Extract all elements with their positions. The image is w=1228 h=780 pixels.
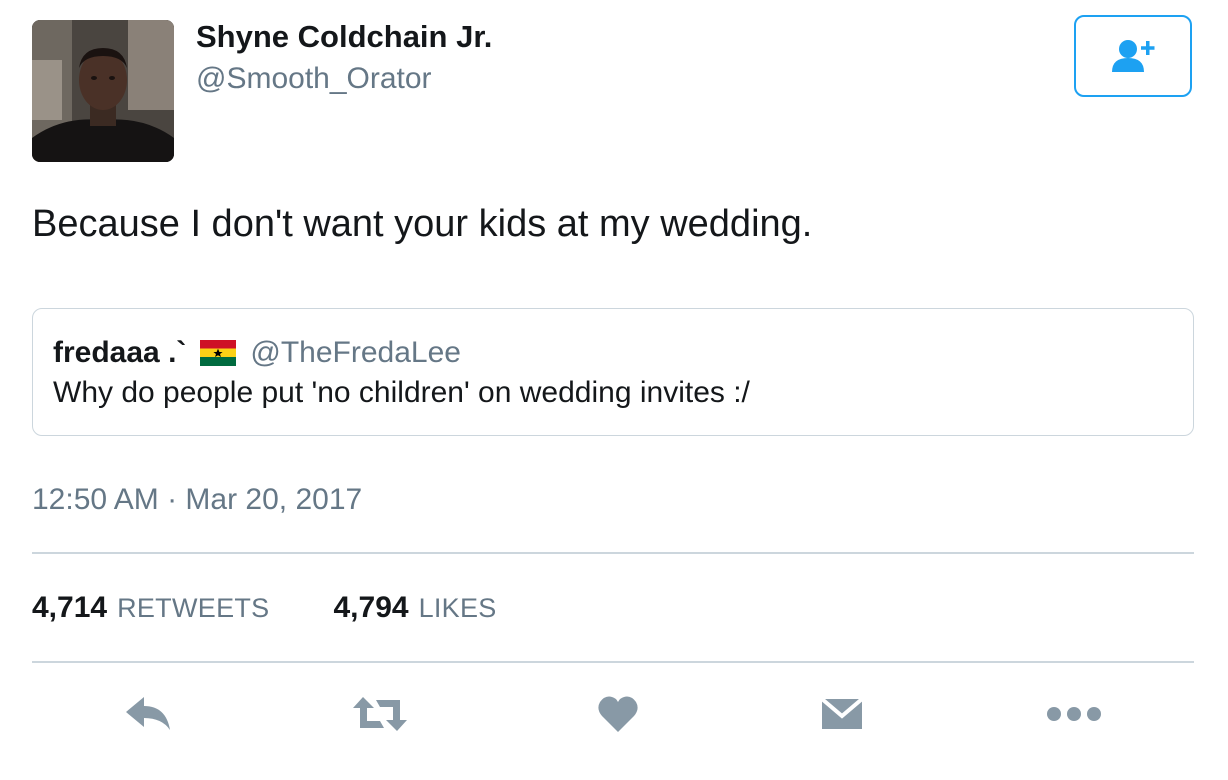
more-icon [1047,707,1101,721]
likes-count: 4,794 [333,591,409,624]
like-button[interactable] [588,688,648,740]
likes-label: LIKES [418,593,497,623]
retweets-count: 4,714 [32,591,108,624]
author-handle[interactable]: @Smooth_Orator [196,60,432,98]
envelope-icon [820,697,864,729]
divider [32,661,1194,663]
add-user-icon [1112,40,1155,72]
tweet-timestamp[interactable]: 12:50 AM · Mar 20, 2017 [32,480,362,520]
quoted-tweet-text: Why do people put 'no children' on weddi… [53,376,750,409]
reply-button[interactable] [118,688,178,740]
author-display-name[interactable]: Shyne Coldchain Jr. [196,18,492,56]
retweet-button[interactable] [350,688,410,740]
ghana-flag-icon [200,340,237,366]
likes-stat[interactable]: 4,794 LIKES [333,591,496,625]
retweet-icon [353,697,407,731]
more-button[interactable] [1044,688,1104,740]
direct-message-button[interactable] [812,688,872,740]
avatar[interactable] [32,20,174,162]
quoted-tweet-handle: @TheFredaLee [250,336,461,369]
divider [32,552,1194,554]
profile-photo [32,20,174,162]
quoted-tweet-card[interactable]: fredaaa .` @TheFredaLee Why do people pu… [32,308,1194,436]
follow-button[interactable] [1074,15,1192,97]
heart-icon [598,696,638,732]
retweets-label: RETWEETS [117,593,270,623]
reply-icon [126,697,170,730]
quoted-tweet-display-name: fredaaa .` [53,336,187,369]
quoted-tweet-header: fredaaa .` @TheFredaLee [53,333,461,373]
retweets-stat[interactable]: 4,714 RETWEETS [32,591,269,625]
tweet-text: Because I don't want your kids at my wed… [32,203,813,245]
tweet-stats: 4,714 RETWEETS 4,794 LIKES [32,588,497,628]
